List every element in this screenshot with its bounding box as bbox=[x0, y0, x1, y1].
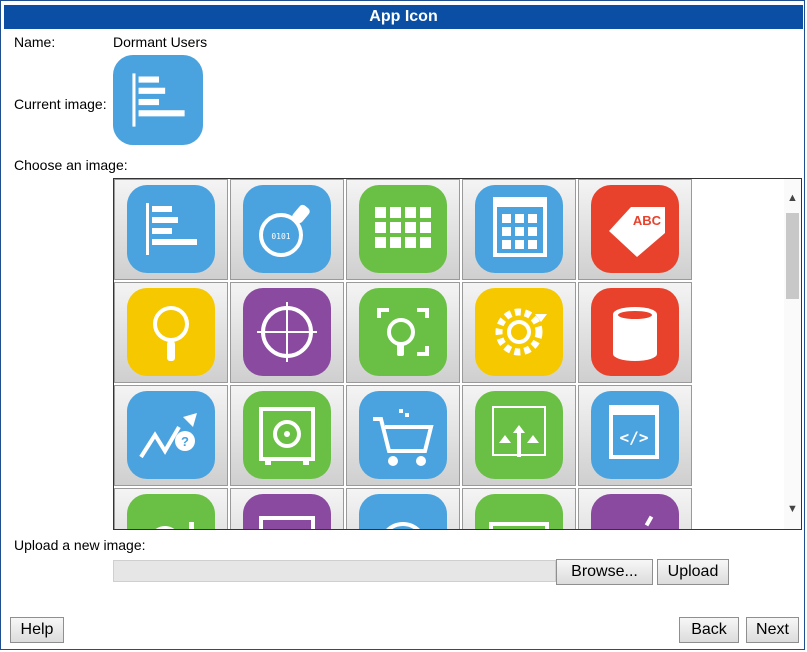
gallery-tile[interactable] bbox=[230, 385, 344, 486]
gauge-icon bbox=[359, 494, 447, 529]
gallery-tile[interactable]: ABC bbox=[578, 179, 692, 280]
focus-magnifier-icon bbox=[359, 288, 447, 376]
trend-question-icon: ? bbox=[127, 391, 215, 479]
help-button[interactable]: Help bbox=[10, 617, 64, 643]
database-icon bbox=[591, 288, 679, 376]
next-button[interactable]: Next bbox=[746, 617, 799, 643]
svg-text:ABC: ABC bbox=[633, 213, 662, 228]
gallery-tile[interactable] bbox=[230, 488, 344, 529]
gallery-scrollbar[interactable]: ▲ ▼ bbox=[784, 179, 801, 529]
arrows-converge-icon bbox=[475, 391, 563, 479]
current-image-label: Current image: bbox=[14, 96, 107, 112]
scroll-thumb[interactable] bbox=[786, 213, 799, 299]
gallery-tile[interactable] bbox=[462, 282, 576, 383]
gallery-tile[interactable] bbox=[462, 385, 576, 486]
gallery-tile[interactable]: 0101 bbox=[230, 179, 344, 280]
gallery-tile[interactable] bbox=[346, 179, 460, 280]
gallery-tile[interactable] bbox=[578, 282, 692, 383]
magnifier-exclaim-icon bbox=[127, 494, 215, 529]
svg-text:?: ? bbox=[181, 434, 189, 449]
gallery-tile[interactable] bbox=[114, 179, 228, 280]
gallery-tile[interactable]: </> bbox=[578, 385, 692, 486]
gear-cycle-icon bbox=[475, 288, 563, 376]
window-grid-icon bbox=[475, 185, 563, 273]
crosshair-icon bbox=[243, 288, 331, 376]
scroll-up-icon[interactable]: ▲ bbox=[784, 190, 801, 207]
bar-list-icon bbox=[132, 73, 185, 127]
back-button[interactable]: Back bbox=[679, 617, 739, 643]
upload-label: Upload a new image: bbox=[14, 537, 146, 553]
grid-apps-icon bbox=[359, 185, 447, 273]
browse-button[interactable]: Browse... bbox=[556, 559, 653, 585]
vault-icon bbox=[243, 391, 331, 479]
name-label: Name: bbox=[14, 34, 56, 50]
abc-tag-icon: ABC bbox=[591, 185, 679, 273]
shopping-cart-icon bbox=[359, 391, 447, 479]
window-list-icon bbox=[243, 494, 331, 529]
current-image bbox=[113, 55, 203, 145]
gallery-tile[interactable] bbox=[114, 282, 228, 383]
choose-image-label: Choose an image: bbox=[14, 157, 128, 173]
gallery-tile[interactable]: ? bbox=[114, 385, 228, 486]
gallery-tile[interactable] bbox=[578, 488, 692, 529]
gallery-tile[interactable] bbox=[114, 488, 228, 529]
svg-text:0101: 0101 bbox=[271, 232, 290, 241]
gallery-tile[interactable]: 0101 bbox=[462, 488, 576, 529]
dialog-title: App Icon bbox=[4, 5, 803, 29]
gallery-tile[interactable] bbox=[346, 385, 460, 486]
memory-chip-icon: 0101 bbox=[475, 494, 563, 529]
image-gallery[interactable]: 0101 ABC? </> 0101 ▲ ▼ bbox=[113, 178, 802, 530]
gallery-tile[interactable] bbox=[346, 282, 460, 383]
gallery-tile[interactable] bbox=[230, 282, 344, 383]
scroll-down-icon[interactable]: ▼ bbox=[784, 501, 801, 518]
magnifier-icon bbox=[127, 288, 215, 376]
file-path-field[interactable] bbox=[113, 560, 556, 582]
code-window-icon: </> bbox=[591, 391, 679, 479]
gallery-tile[interactable] bbox=[346, 488, 460, 529]
binary-magnifier-icon: 0101 bbox=[243, 185, 331, 273]
name-value: Dormant Users bbox=[113, 34, 208, 50]
bar-list-icon bbox=[127, 185, 215, 273]
svg-text:</>: </> bbox=[620, 428, 649, 447]
shapes-icon bbox=[591, 494, 679, 529]
gallery-tile[interactable] bbox=[462, 179, 576, 280]
upload-button[interactable]: Upload bbox=[657, 559, 729, 585]
app-icon-dialog: App Icon Name: Dormant Users Current ima… bbox=[0, 0, 805, 650]
